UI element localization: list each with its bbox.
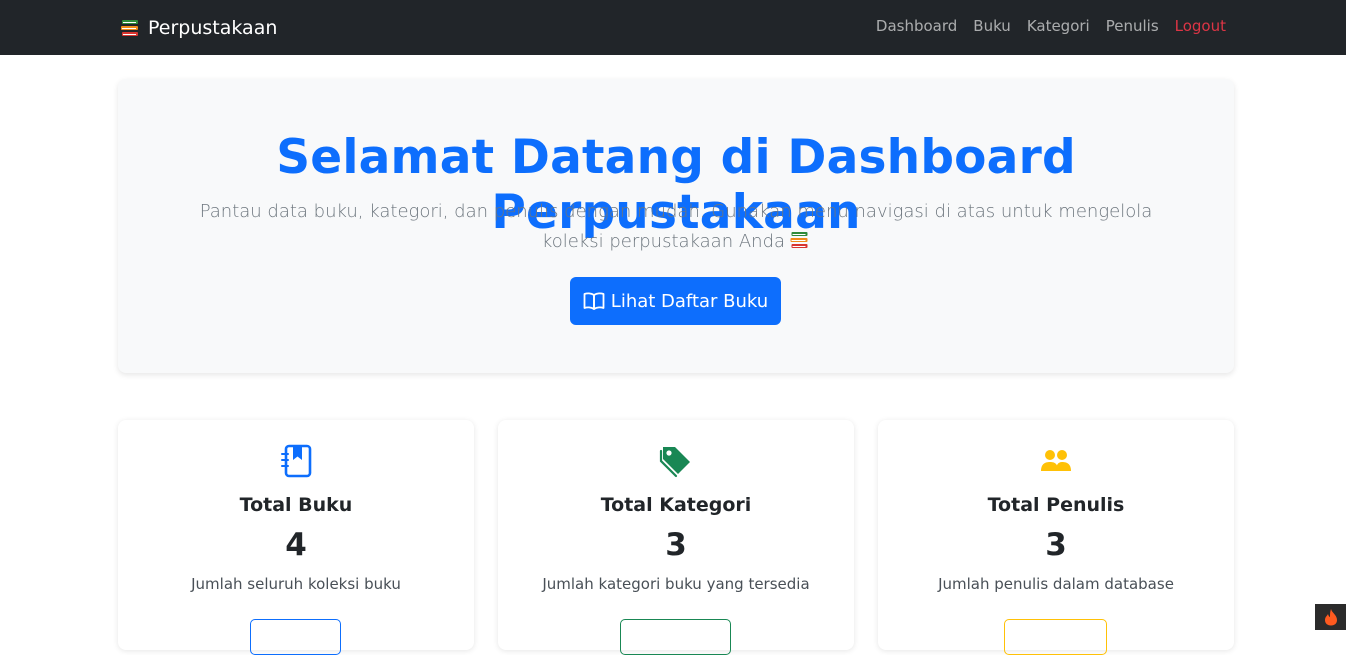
hero-subtitle-text: Pantau data buku, kategori, dan penulis …: [199, 201, 1153, 252]
nav-penulis[interactable]: Penulis: [1106, 17, 1159, 35]
navbar: Perpustakaan Dashboard Buku Kategori Pen…: [0, 0, 1346, 55]
stat-card-penulis: Total Penulis 3 Jumlah penulis dalam dat…: [878, 420, 1234, 655]
stat-card-kategori: Total Kategori 3 Jumlah kategori buku ya…: [498, 420, 854, 655]
card-title: Total Buku: [239, 494, 353, 516]
card-count: 3: [665, 527, 687, 563]
tag-icon: [659, 447, 690, 478]
card-penulis-button[interactable]: [1004, 619, 1107, 655]
nav-logout[interactable]: Logout: [1175, 17, 1226, 35]
nav-dashboard[interactable]: Dashboard: [876, 17, 957, 35]
nav-buku[interactable]: Buku: [973, 17, 1011, 35]
card-title: Total Penulis: [987, 494, 1125, 516]
card-title: Total Kategori: [600, 494, 752, 516]
brand-label: Perpustakaan: [148, 17, 278, 39]
card-count: 4: [285, 527, 307, 563]
books-icon: [121, 20, 138, 36]
open-book-icon: [583, 292, 605, 310]
fire-icon: [1324, 609, 1337, 626]
card-description: Jumlah kategori buku yang tersedia: [542, 575, 810, 593]
card-description: Jumlah penulis dalam database: [938, 575, 1174, 593]
hero-subtitle: Pantau data buku, kategori, dan penulis …: [198, 197, 1154, 257]
nav-kategori[interactable]: Kategori: [1027, 17, 1090, 35]
book-bookmark-icon: [281, 444, 312, 478]
people-icon: [1041, 450, 1071, 471]
corner-badge[interactable]: [1315, 604, 1346, 630]
books-icon: [790, 232, 808, 248]
navbar-brand[interactable]: Perpustakaan: [120, 16, 277, 40]
view-books-button[interactable]: Lihat Daftar Buku: [570, 277, 781, 325]
stat-card-buku: Total Buku 4 Jumlah seluruh koleksi buku: [118, 420, 474, 655]
view-books-label: Lihat Daftar Buku: [610, 290, 769, 312]
hero-section: Selamat Datang di Dashboard Perpustakaan…: [118, 79, 1234, 373]
card-kategori-button[interactable]: [620, 619, 731, 655]
card-count: 3: [1045, 527, 1067, 563]
card-buku-button[interactable]: [250, 619, 341, 655]
nav-links: Dashboard Buku Kategori Penulis Logout: [876, 17, 1226, 35]
card-description: Jumlah seluruh koleksi buku: [191, 575, 401, 593]
